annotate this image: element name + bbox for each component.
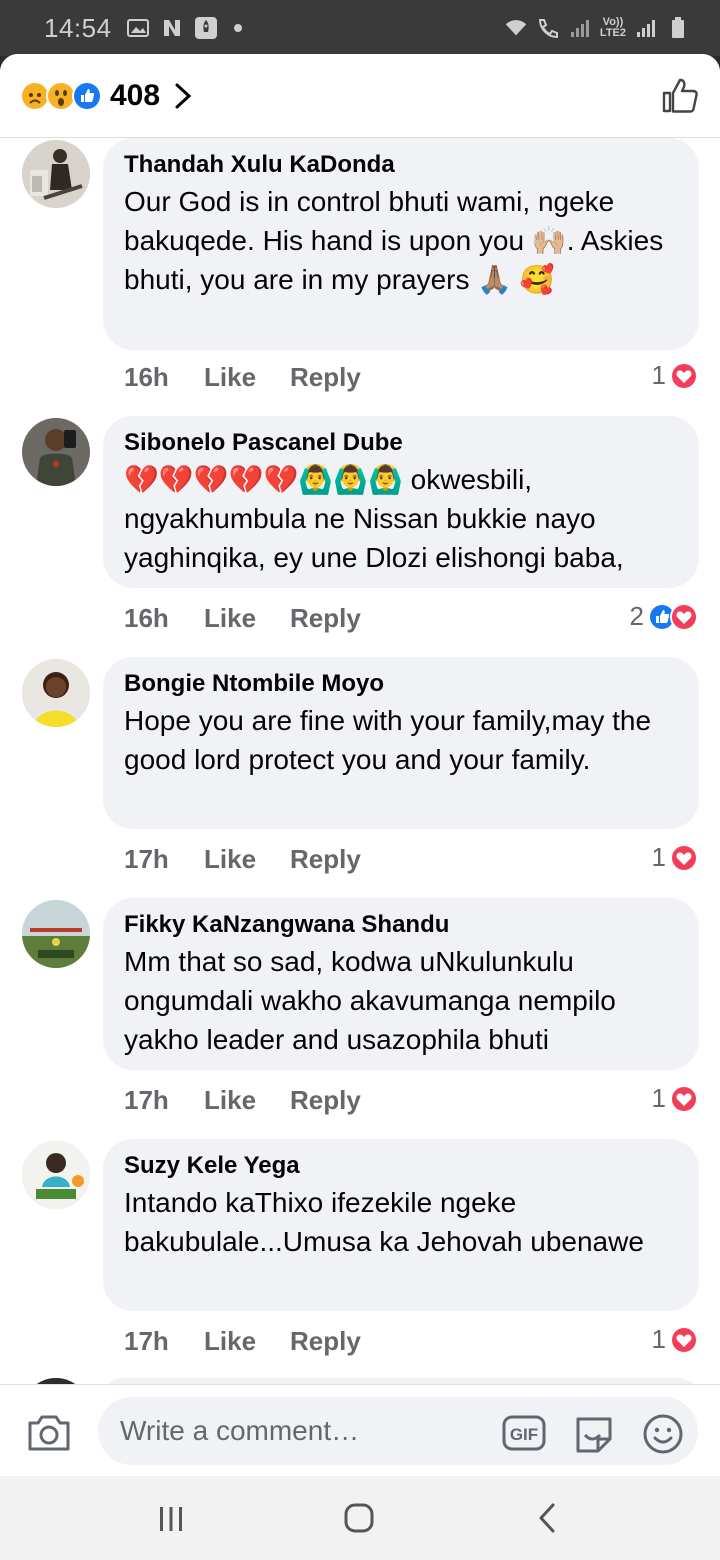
avatar[interactable] bbox=[22, 140, 90, 208]
gallery-icon bbox=[126, 17, 150, 39]
signal-bars-icon bbox=[568, 17, 592, 39]
gif-button[interactable]: GIF bbox=[502, 1415, 546, 1451]
comment-actions: 16h Like Reply bbox=[124, 603, 361, 634]
comment-reactions[interactable]: 1 bbox=[652, 1083, 698, 1114]
comment-text: Intando kaThixo ifezekile ngeke bakubula… bbox=[124, 1187, 644, 1257]
love-reaction-icon bbox=[670, 1325, 698, 1354]
comment-time: 16h bbox=[124, 603, 169, 633]
comment-actions: 17h Like Reply bbox=[124, 844, 361, 875]
netflix-n-icon bbox=[160, 17, 184, 39]
comment-text: Our God is in control bhuti wami, ngeke … bbox=[124, 186, 664, 295]
comment-reactions[interactable]: 1 bbox=[652, 1324, 698, 1355]
comment-time: 17h bbox=[124, 844, 169, 874]
like-button[interactable]: Like bbox=[204, 844, 290, 875]
comment-reaction-count: 1 bbox=[651, 1083, 666, 1113]
reactions-header[interactable]: 408 bbox=[0, 54, 720, 138]
comment-reactions[interactable]: 1 bbox=[652, 842, 698, 873]
comment-reaction-count: 1 bbox=[651, 842, 666, 872]
reply-button[interactable]: Reply bbox=[290, 844, 361, 875]
lte-label: LTE2 bbox=[599, 27, 626, 39]
comment-composer: GIF bbox=[0, 1384, 720, 1476]
comment-author[interactable]: Bongie Ntombile Moyo bbox=[124, 669, 679, 699]
comment-author[interactable]: Suzy Kele Yega bbox=[124, 1151, 679, 1181]
comment-actions: 17h Like Reply bbox=[124, 1326, 361, 1357]
comments-sheet: 408 Thandah Xulu KaDonda Our God is in c… bbox=[0, 54, 720, 1476]
avatar[interactable] bbox=[22, 659, 90, 727]
comment-reaction-count: 1 bbox=[651, 1324, 666, 1354]
rocket-app-icon bbox=[194, 17, 218, 39]
recents-icon[interactable] bbox=[156, 1506, 186, 1532]
comment-bubble[interactable]: Thandah Xulu KaDonda Our God is in contr… bbox=[103, 138, 699, 350]
like-post-button[interactable] bbox=[660, 76, 700, 116]
comment-time: 17h bbox=[124, 1326, 169, 1356]
signal-bars-icon-2 bbox=[634, 17, 658, 39]
comment-text: 💔💔💔💔💔🙆‍♂️🙆‍♂️🙆‍♂️ okwesbili, ngyakhumbul… bbox=[124, 464, 624, 573]
like-button[interactable]: Like bbox=[204, 1326, 290, 1357]
comment-bubble[interactable]: Bongie Ntombile Moyo Hope you are fine w… bbox=[103, 657, 699, 829]
avatar[interactable] bbox=[22, 1141, 90, 1209]
battery-icon bbox=[666, 17, 690, 39]
system-icons: Vo)) LTE2 bbox=[504, 17, 690, 39]
reaction-summary[interactable] bbox=[20, 80, 102, 111]
comment-bubble[interactable]: Suzy Kele Yega Intando kaThixo ifezekile… bbox=[103, 1139, 699, 1311]
network-type: Vo)) LTE2 bbox=[600, 17, 626, 39]
back-icon[interactable] bbox=[536, 1502, 558, 1534]
like-reaction-icon bbox=[72, 80, 102, 111]
reply-button[interactable]: Reply bbox=[290, 362, 361, 393]
love-reaction-icon bbox=[670, 361, 698, 390]
chevron-right-icon[interactable] bbox=[174, 83, 192, 109]
love-reaction-icon bbox=[670, 1084, 698, 1113]
status-bar: 14:54 Vo)) LTE2 bbox=[0, 0, 720, 56]
notification-icons bbox=[126, 17, 242, 39]
comment-reaction-count: 1 bbox=[651, 360, 666, 390]
reply-button[interactable]: Reply bbox=[290, 1326, 361, 1357]
comment-actions: 16h Like Reply bbox=[124, 362, 361, 393]
comment-reactions[interactable]: 2 bbox=[630, 601, 698, 632]
comment-reactions[interactable]: 1 bbox=[652, 360, 698, 391]
gif-label: GIF bbox=[510, 1425, 538, 1444]
comment-time: 16h bbox=[124, 362, 169, 392]
avatar[interactable] bbox=[22, 418, 90, 486]
love-reaction-icon bbox=[670, 602, 698, 631]
emoji-icon[interactable] bbox=[642, 1413, 684, 1455]
love-reaction-icon bbox=[670, 843, 698, 872]
comment-bubble[interactable]: Sibonelo Pascanel Dube 💔💔💔💔💔🙆‍♂️🙆‍♂️🙆‍♂️… bbox=[103, 416, 699, 588]
wifi-icon bbox=[504, 17, 528, 39]
reaction-count[interactable]: 408 bbox=[110, 79, 160, 113]
like-button[interactable]: Like bbox=[204, 362, 290, 393]
like-button[interactable]: Like bbox=[204, 1085, 290, 1116]
like-button[interactable]: Like bbox=[204, 603, 290, 634]
comment-reaction-count: 2 bbox=[629, 601, 644, 631]
comment-author[interactable]: Fikky KaNzangwana Shandu bbox=[124, 910, 679, 940]
comment-text: Mm that so sad, kodwa uNkulunkulu ongumd… bbox=[124, 946, 616, 1055]
comment-time: 17h bbox=[124, 1085, 169, 1115]
comment-actions: 17h Like Reply bbox=[124, 1085, 361, 1116]
comment-author[interactable]: Thandah Xulu KaDonda bbox=[124, 150, 679, 180]
comment-text: Hope you are fine with your family,may t… bbox=[124, 705, 652, 775]
more-notifications-dot bbox=[233, 24, 242, 32]
system-nav-bar bbox=[0, 1476, 720, 1560]
call-icon bbox=[536, 17, 560, 39]
reply-button[interactable]: Reply bbox=[290, 603, 361, 634]
comment-author[interactable]: Sibonelo Pascanel Dube bbox=[124, 428, 679, 458]
reply-button[interactable]: Reply bbox=[290, 1085, 361, 1116]
comment-bubble[interactable]: Fikky KaNzangwana Shandu Mm that so sad,… bbox=[103, 898, 699, 1070]
home-icon[interactable] bbox=[343, 1502, 375, 1534]
camera-icon[interactable] bbox=[26, 1413, 72, 1453]
avatar[interactable] bbox=[22, 900, 90, 968]
status-time: 14:54 bbox=[44, 12, 112, 43]
sticker-icon[interactable] bbox=[572, 1413, 616, 1455]
